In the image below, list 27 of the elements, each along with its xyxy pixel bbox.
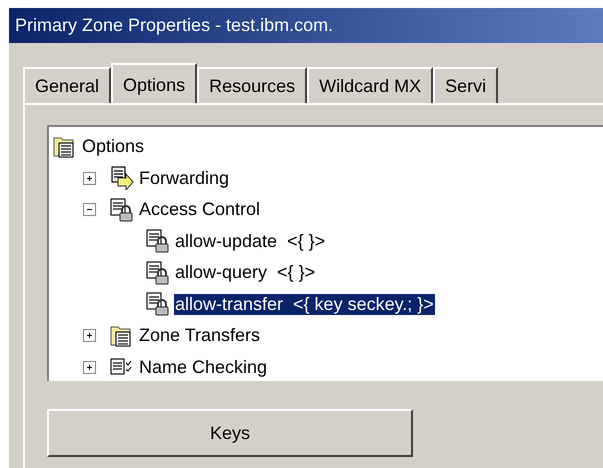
tab[interactable]: General	[23, 67, 112, 103]
tree-item[interactable]: Name Checking	[138, 356, 268, 378]
tab[interactable]: Servi	[433, 67, 498, 103]
document-arrow-icon	[110, 166, 134, 190]
window-title: Primary Zone Properties - test.ibm.com.	[9, 8, 603, 43]
keys-button[interactable]: Keys	[47, 409, 413, 457]
plus-icon	[85, 174, 94, 183]
tree-item[interactable]: Zone Transfers	[138, 325, 262, 346]
expand-toggle[interactable]	[83, 360, 96, 374]
tab[interactable]: Wildcard MX	[307, 67, 434, 103]
lock-document-icon	[110, 198, 134, 222]
tree-item[interactable]: allow-query <{ }>	[174, 262, 316, 284]
lock-document-icon	[146, 292, 170, 316]
lock-document-icon	[146, 229, 170, 254]
tab[interactable]: Options	[111, 63, 198, 103]
collapse-toggle[interactable]	[83, 203, 96, 216]
tree-item[interactable]: Access Control	[138, 199, 262, 220]
tab[interactable]: Resources	[197, 67, 308, 103]
tree-item[interactable]: allow-transfer <{ key seckey.; }>	[174, 294, 435, 315]
plus-icon	[85, 331, 94, 340]
lock-document-icon	[146, 260, 170, 285]
expand-toggle[interactable]	[83, 329, 96, 342]
expand-toggle[interactable]	[83, 172, 96, 185]
plus-icon	[85, 362, 94, 372]
tree-item[interactable]: Options	[81, 136, 146, 158]
tree-item[interactable]: allow-update <{ }>	[174, 230, 326, 252]
tree-item[interactable]: Forwarding	[138, 168, 230, 189]
